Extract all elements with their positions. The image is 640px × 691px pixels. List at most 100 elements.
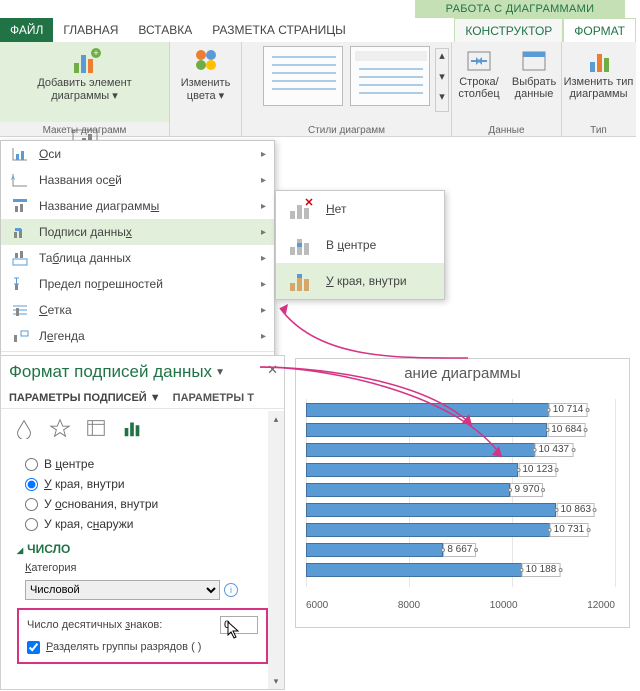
tab-format[interactable]: ФОРМАТ [563,18,636,42]
menu-data-labels[interactable]: Подписи данныхПодписи данных▸ [1,219,274,245]
submenu-inside-end[interactable]: У края, внутриУ края, внутри [276,263,444,299]
menu-axes[interactable]: ООсиси▸ [1,141,274,167]
pane-title: Формат подписей данных [9,362,212,382]
category-select[interactable]: Числовой [25,580,220,600]
chart-bar[interactable]: 10 863 [306,503,556,517]
add-element-icon: + [68,45,102,75]
number-section-header[interactable]: ЧИСЛО [1,538,284,560]
center-icon [284,231,318,259]
styles-scroll-down[interactable]: ▾ [436,70,448,91]
menu-axis-titles[interactable]: AНазвания осейНазвания осей▸ [1,167,274,193]
menu-error-bars[interactable]: Предел погрешностейПредел погрешностей▸ [1,271,274,297]
change-chart-type-button[interactable]: Изменить тип диаграммы [564,42,634,100]
change-colors-label: Изменить цвета [181,77,231,102]
data-table-icon [9,249,31,267]
x-tick: 6000 [306,600,328,611]
label-options-icon[interactable] [121,417,143,442]
inside-end-icon [284,267,318,295]
menu-gridlines[interactable]: СеткаСетка▸ [1,297,274,323]
chart-preview[interactable]: ание диаграммы 10 71410 68410 43710 1239… [295,358,630,628]
menu-data-table[interactable]: Таблица данныхТаблица данных▸ [1,245,274,271]
legend-icon [9,327,31,345]
chart-title-text[interactable]: ание диаграммы [296,359,629,386]
x-axis: 6000 8000 10000 12000 [306,600,615,611]
colors-icon [191,45,221,75]
data-label[interactable]: 10 437 [535,443,574,457]
x-tick: 12000 [587,600,615,611]
menu-chart-title[interactable]: Название диаграммыНазвание диаграммы▸ [1,193,274,219]
chart-bar[interactable]: 9 970 [306,483,510,497]
radio-center[interactable]: В центре [25,454,260,474]
add-chart-element-button[interactable]: + Добавить элемент диаграммы ▾ [0,42,169,122]
radio-outside-end[interactable]: У края, снаружи [25,514,260,534]
chart-bar[interactable]: 10 714 [306,403,549,417]
submenu-center[interactable]: В центреВ центре [276,227,444,263]
category-label: КатегорияКатегория [1,560,284,576]
fill-line-icon[interactable] [13,417,35,442]
add-element-label: Добавить элемент диаграммы [37,77,131,102]
data-label[interactable]: 10 731 [550,523,589,537]
submenu-none[interactable]: НетНет [276,191,444,227]
add-element-menu: ООсиси▸ AНазвания осейНазвания осей▸ Наз… [0,140,275,381]
radio-inside-base[interactable]: У основания, внутри [25,494,260,514]
chart-style-1[interactable] [263,46,343,106]
separator-checkbox[interactable] [27,641,40,654]
radio-inside-end[interactable]: У края, внутри [25,474,260,494]
error-bars-icon [9,275,31,293]
menu-legend[interactable]: ЛегендаЛегенда▸ [1,323,274,349]
axis-titles-icon: A [9,171,31,189]
data-label[interactable]: 10 188 [522,563,561,577]
tab-design[interactable]: КОНСТРУКТОР [454,18,563,42]
select-data-icon [519,46,549,74]
chart-title-icon [9,197,31,215]
plot-area[interactable]: 10 71410 68410 43710 1239 97010 86310 73… [306,399,615,587]
group-type-label: Тип [562,125,635,136]
subtab-label-options[interactable]: ПАРАМЕТРЫ ПОДПИСЕЙ ▼ [9,392,161,404]
group-styles-label: Стили диаграмм [242,125,451,136]
styles-gallery-expand[interactable]: ▾ [436,90,448,111]
svg-text:+: + [93,48,98,58]
tab-file[interactable]: ФАЙЛ [0,18,53,42]
data-label[interactable]: 9 970 [510,483,543,497]
tab-home[interactable]: ГЛАВНАЯ [53,18,128,42]
switch-row-col-button[interactable]: Строка/столбец [453,42,505,100]
chart-bar[interactable]: 10 684 [306,423,547,437]
chart-bar[interactable]: 10 123 [306,463,518,477]
chart-style-2[interactable] [350,46,430,106]
pane-close-button[interactable]: ✕ [267,362,278,378]
gridlines-icon [9,301,31,319]
chart-bar[interactable]: 10 437 [306,443,535,457]
format-data-labels-pane: Формат подписей данных▼ ✕ ПАРАМЕТРЫ ПОДП… [0,355,285,690]
chart-bar[interactable]: 10 731 [306,523,550,537]
data-labels-submenu: НетНет В центреВ центре У края, внутриУ … [275,190,445,300]
switch-label: Строка/столбец [458,76,499,100]
chart-bar[interactable]: 8 667 [306,543,443,557]
group-layouts-label: Макеты диаграмм [0,125,169,136]
x-tick: 8000 [398,600,420,611]
select-data-button[interactable]: Выбрать данные [508,42,560,100]
data-label[interactable]: 10 714 [549,403,588,417]
none-icon [284,195,318,223]
data-label[interactable]: 10 684 [547,423,586,437]
data-label[interactable]: 8 667 [443,543,476,557]
axes-icon [9,145,31,163]
styles-scroll-up[interactable]: ▴ [436,49,448,70]
tab-page-layout[interactable]: РАЗМЕТКА СТРАНИЦЫ [202,18,356,42]
group-data-label: Данные [452,125,561,136]
data-label[interactable]: 10 863 [556,503,595,517]
separator-label: Разделять группы разрядов ( ) [46,641,201,653]
change-colors-button[interactable]: Изменить цвета ▾ [170,42,241,105]
x-tick: 10000 [490,600,518,611]
data-label[interactable]: 10 123 [518,463,557,477]
effects-icon[interactable] [49,417,71,442]
data-labels-icon [9,223,31,241]
chart-bar[interactable]: 10 188 [306,563,522,577]
mouse-cursor [227,621,241,639]
size-props-icon[interactable] [85,417,107,442]
decimals-label: Число десятичных знаков:Число десятичных… [27,619,162,631]
subtab-text-options[interactable]: ПАРАМЕТРЫ Т [173,392,254,404]
select-data-label: Выбрать данные [512,76,556,100]
change-type-label: Изменить тип диаграммы [564,76,634,100]
info-icon[interactable]: i [224,583,238,597]
tab-insert[interactable]: ВСТАВКА [128,18,202,42]
